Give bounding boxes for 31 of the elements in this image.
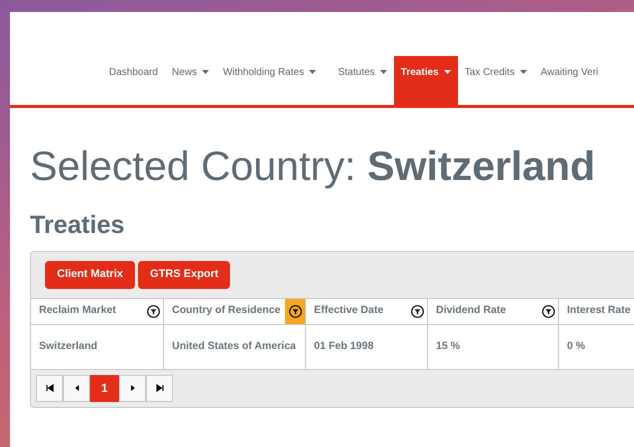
last-page-button[interactable] [146,374,173,402]
column-header[interactable]: Dividend Rate [436,303,506,319]
nav-item[interactable]: Treaties [394,56,458,105]
column-header[interactable]: Reclaim Market [39,303,116,319]
table-cell-text: 01 Feb 1998 [314,338,374,354]
first-page-button[interactable] [36,374,63,402]
table-cell-text: 0 % [567,338,586,354]
nav-item[interactable]: Awaiting Veri [534,56,606,105]
column-header[interactable]: Country of Residence [172,303,281,319]
nav-item[interactable]: Dashboard [102,56,165,105]
toolbar-button[interactable]: GTRS Export [138,260,230,288]
toolbar-button[interactable]: Client Matrix [45,260,136,288]
nav-item[interactable]: News [164,56,216,105]
column-header[interactable]: Interest Rate [567,303,631,319]
page-heading: Selected Country: Switzerland [30,142,596,191]
nav-item[interactable]: Withholding Rates [216,56,324,105]
table-cell-text: 15 % [436,338,460,354]
page-button[interactable]: 1 [90,374,119,402]
column-header[interactable]: Effective Date [314,303,384,319]
nav-item[interactable]: Tax Credits [458,56,534,105]
skip-forward-icon [154,383,164,393]
filter-funnel-icon [146,304,160,318]
skip-back-icon [44,383,54,393]
filter-icon[interactable] [285,298,305,324]
nav-item[interactable]: Statutes [331,56,394,105]
section-title: Treaties [30,210,126,241]
table-cell-text: Switzerland [39,338,98,354]
table-cell-text: United States of America [172,338,296,354]
filter-funnel-icon [288,304,302,318]
filter-funnel-icon [410,304,424,318]
filter-funnel-icon [542,304,554,318]
